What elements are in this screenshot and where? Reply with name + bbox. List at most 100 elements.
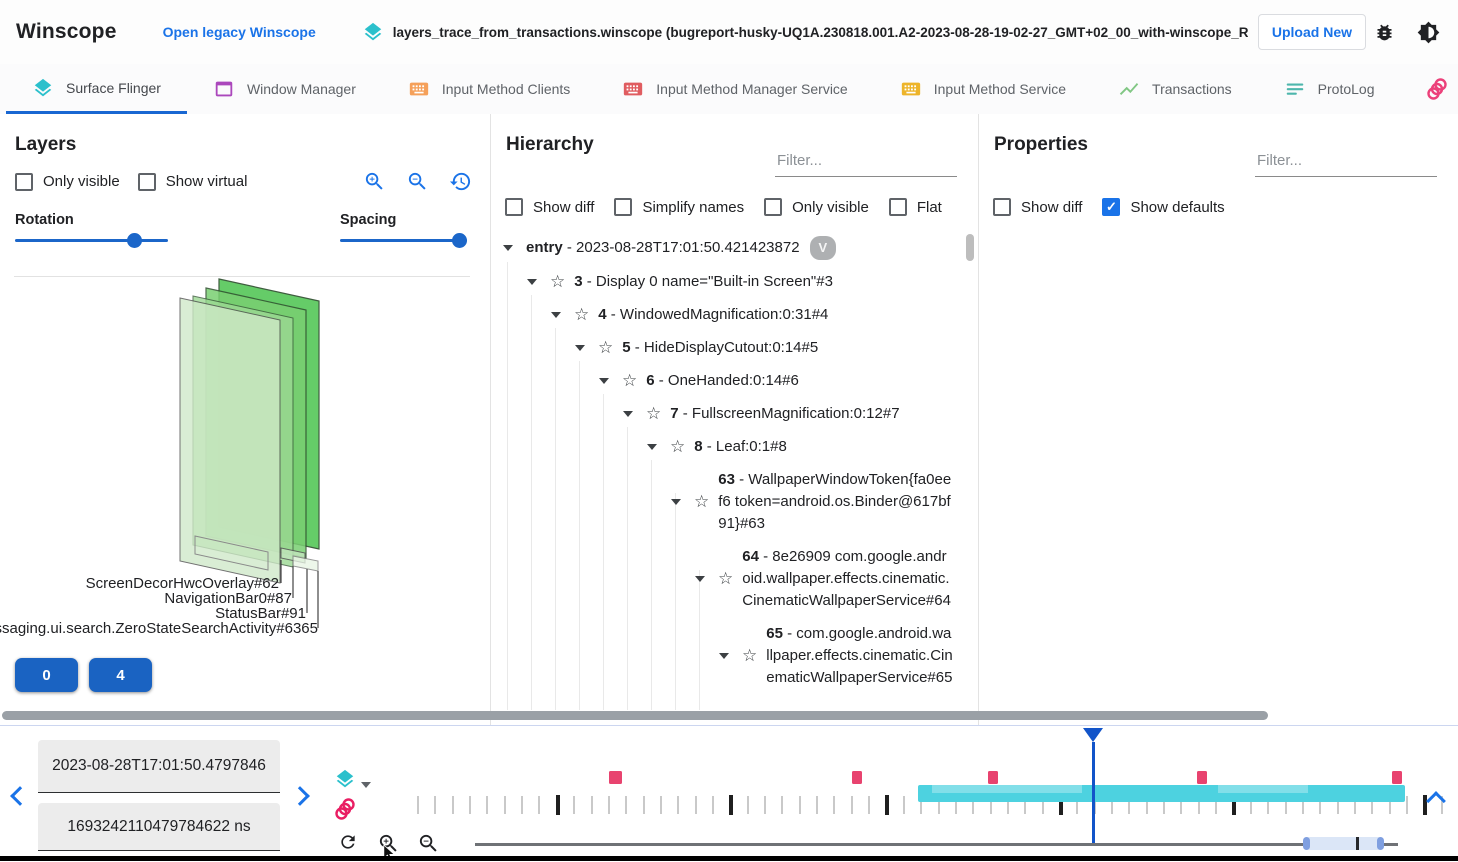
collapse-caret-icon[interactable] bbox=[647, 444, 657, 450]
timeline-canvas[interactable] bbox=[0, 726, 1458, 856]
checkbox-show-defaults[interactable]: ✓ Show defaults bbox=[1102, 198, 1224, 216]
timeline-tick bbox=[1423, 795, 1427, 815]
collapse-caret-icon[interactable] bbox=[551, 312, 561, 318]
tree-node-label: 8 - Leaf:0:1#8 bbox=[694, 436, 787, 458]
pin-star-icon[interactable]: ☆ bbox=[622, 372, 637, 390]
collapse-caret-icon[interactable] bbox=[599, 378, 609, 384]
checkbox-unchecked-icon[interactable] bbox=[889, 198, 907, 216]
pin-star-icon[interactable]: ☆ bbox=[598, 339, 613, 357]
zoom-range-handle[interactable] bbox=[1377, 837, 1384, 850]
checkbox-label: Simplify names bbox=[642, 199, 744, 216]
collapse-caret-icon[interactable] bbox=[695, 576, 705, 582]
hierarchy-filter-input[interactable] bbox=[775, 148, 957, 177]
transition-event-marker[interactable] bbox=[988, 771, 998, 784]
checkbox-unchecked-icon[interactable] bbox=[614, 198, 632, 216]
checkbox-simplify-names[interactable]: Simplify names bbox=[614, 198, 744, 216]
hierarchy-scrollbar[interactable] bbox=[966, 234, 974, 261]
tree-node-label: 63 - WallpaperWindowToken{fa0eef6 token=… bbox=[718, 469, 953, 535]
collapse-caret-icon[interactable] bbox=[527, 279, 537, 285]
checkbox-unchecked-icon[interactable] bbox=[138, 173, 156, 191]
timeline-cursor-head[interactable] bbox=[1083, 728, 1103, 742]
collapse-caret-icon[interactable] bbox=[719, 653, 729, 659]
rotation-slider-thumb[interactable] bbox=[127, 233, 142, 248]
horizontal-scrollbar[interactable] bbox=[2, 711, 1268, 720]
layers-3d-view[interactable]: ScreenDecorHwcOverlay#62NavigationBar0#8… bbox=[0, 277, 490, 657]
checkbox-flat[interactable]: Flat bbox=[889, 198, 942, 216]
tree-node-64[interactable]: ☆64 - 8e26909 com.google.android.wallpap… bbox=[503, 546, 953, 612]
tree-node-5[interactable]: ☆5 - HideDisplayCutout:0:14#5 bbox=[503, 337, 953, 359]
transition-event-marker[interactable] bbox=[852, 771, 862, 784]
tree-node-63[interactable]: ☆ 63 - WallpaperWindowToken{fa0eef6 token… bbox=[503, 469, 953, 535]
pin-star-icon[interactable]: ☆ bbox=[742, 647, 757, 665]
tab-label: Input Method Clients bbox=[442, 81, 570, 97]
zoom-in-icon[interactable] bbox=[363, 170, 386, 193]
timeline-tick bbox=[538, 796, 540, 814]
timeline-tick bbox=[417, 796, 419, 814]
checkbox-label: Show defaults bbox=[1130, 199, 1224, 216]
display-id-button[interactable]: 0 bbox=[15, 658, 78, 692]
rotation-slider[interactable] bbox=[15, 239, 168, 242]
timeline-tick bbox=[608, 796, 610, 814]
transition-event-marker[interactable] bbox=[609, 771, 622, 784]
loaded-file-info: layers_trace_from_transactions.winscope … bbox=[354, 21, 1248, 43]
checkbox-unchecked-icon[interactable] bbox=[505, 198, 523, 216]
spacing-slider[interactable] bbox=[340, 239, 467, 242]
tab-surface-flinger[interactable]: Surface Flinger bbox=[6, 64, 187, 114]
tab-window-manager[interactable]: Window Manager bbox=[187, 64, 382, 114]
checkbox-only-visible[interactable]: Only visible bbox=[764, 198, 869, 216]
tab-input-method-manager-service[interactable]: Input Method Manager Service bbox=[596, 64, 873, 114]
checkbox-unchecked-icon[interactable] bbox=[993, 198, 1011, 216]
spacing-slider-thumb[interactable] bbox=[452, 233, 467, 248]
tab-protolog[interactable]: ProtoLog bbox=[1258, 64, 1401, 114]
tree-node-3[interactable]: ☆3 - Display 0 name="Built-in Screen"#3 bbox=[503, 271, 953, 293]
tree-node-6[interactable]: ☆6 - OneHanded:0:14#6 bbox=[503, 370, 953, 392]
pin-star-icon[interactable]: ☆ bbox=[670, 438, 685, 456]
keyboard-icon bbox=[622, 78, 644, 100]
dark-mode-toggle-icon[interactable] bbox=[1417, 21, 1440, 44]
zoom-out-icon[interactable] bbox=[406, 170, 429, 193]
hierarchy-panel-title: Hierarchy bbox=[506, 134, 594, 156]
properties-filter-input[interactable] bbox=[1255, 148, 1437, 177]
display-id-button[interactable]: 4 bbox=[89, 658, 152, 692]
timeline-tick bbox=[434, 796, 436, 814]
zoom-range-handle[interactable] bbox=[1303, 837, 1310, 850]
reset-view-icon[interactable] bbox=[449, 170, 472, 193]
checkbox-only-visible[interactable]: Only visible bbox=[15, 173, 120, 191]
window-icon bbox=[213, 78, 235, 100]
collapse-caret-icon[interactable] bbox=[503, 245, 513, 251]
pin-star-icon[interactable]: ☆ bbox=[646, 405, 661, 423]
pin-star-icon[interactable]: ☆ bbox=[574, 306, 589, 324]
checkbox-show-diff[interactable]: Show diff bbox=[993, 198, 1082, 216]
tree-node-7[interactable]: ☆7 - FullscreenMagnification:0:12#7 bbox=[503, 403, 953, 425]
timeline-tick bbox=[868, 796, 870, 814]
timeline-tick bbox=[816, 796, 818, 814]
transition-event-marker[interactable] bbox=[1197, 771, 1207, 784]
open-legacy-winscope-link[interactable]: Open legacy Winscope bbox=[163, 24, 316, 40]
pin-star-icon[interactable]: ☆ bbox=[718, 570, 733, 588]
tab-input-method-clients[interactable]: Input Method Clients bbox=[382, 64, 596, 114]
zoom-range-selection[interactable] bbox=[1303, 837, 1384, 850]
report-bug-icon[interactable] bbox=[1374, 22, 1395, 43]
checkbox-checked-icon[interactable]: ✓ bbox=[1102, 198, 1120, 216]
pin-star-icon[interactable]: ☆ bbox=[550, 273, 565, 291]
tab-input-method-service[interactable]: Input Method Service bbox=[874, 64, 1092, 114]
timeline-cursor-line[interactable] bbox=[1092, 742, 1095, 846]
checkbox-unchecked-icon[interactable] bbox=[15, 173, 33, 191]
collapse-caret-icon[interactable] bbox=[671, 499, 681, 505]
checkbox-show-diff[interactable]: Show diff bbox=[505, 198, 594, 216]
tree-node-65[interactable]: ☆65 - com.google.android.wallpaper.effec… bbox=[503, 623, 953, 689]
surface-flinger-trace-range[interactable] bbox=[918, 785, 1405, 802]
collapse-caret-icon[interactable] bbox=[575, 345, 585, 351]
tree-node-entry[interactable]: entry - 2023-08-28T17:01:50.421423872V bbox=[503, 236, 953, 260]
tab-transactions[interactable]: Transactions bbox=[1092, 64, 1258, 114]
zoom-range-cursor-tick bbox=[1356, 837, 1359, 850]
checkbox-unchecked-icon[interactable] bbox=[764, 198, 782, 216]
transition-event-marker[interactable] bbox=[1392, 771, 1402, 784]
tree-node-8[interactable]: ☆ 8 - Leaf:0:1#8 bbox=[503, 436, 953, 458]
collapse-caret-icon[interactable] bbox=[623, 411, 633, 417]
pin-star-icon[interactable]: ☆ bbox=[694, 493, 709, 511]
checkbox-show-virtual[interactable]: Show virtual bbox=[138, 173, 248, 191]
tab-transitions[interactable]: Transitions bbox=[1400, 64, 1458, 114]
upload-new-button[interactable]: Upload New bbox=[1258, 14, 1366, 50]
tree-node-4[interactable]: ☆4 - WindowedMagnification:0:31#4 bbox=[503, 304, 953, 326]
